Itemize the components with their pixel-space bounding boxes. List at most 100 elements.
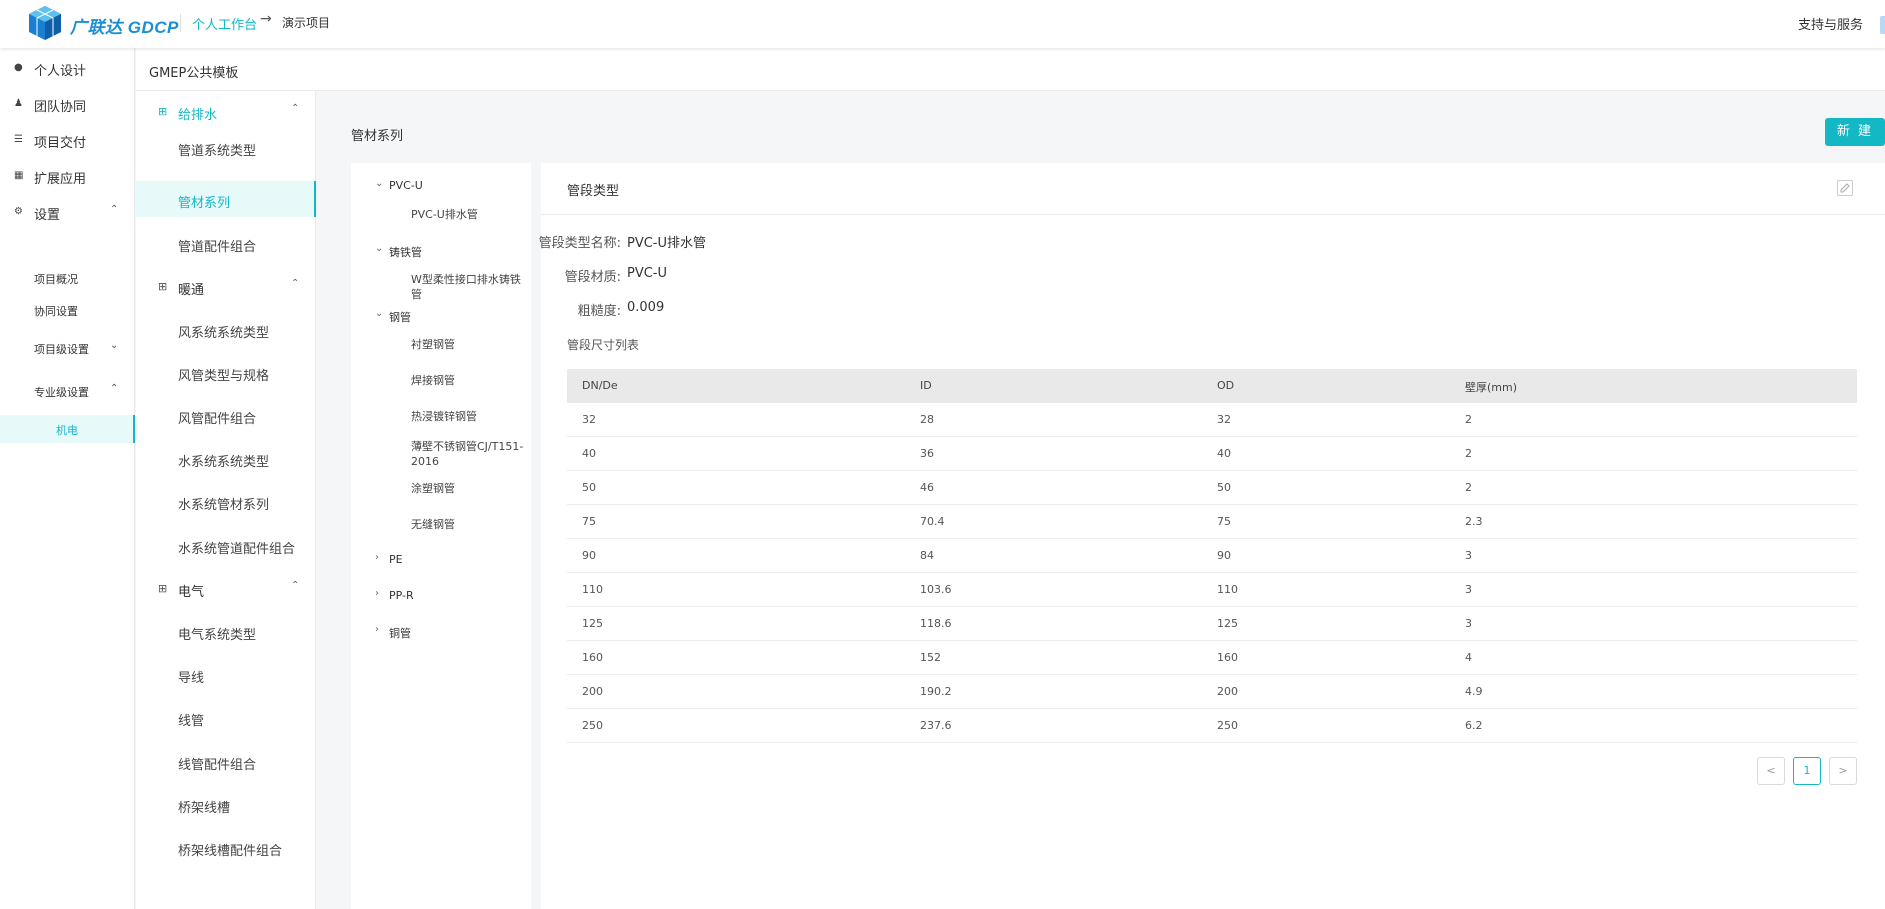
column-header: 壁厚(mm) (1465, 381, 1518, 394)
menu-item-water-pipe-series[interactable]: 水系统管材系列 (136, 483, 316, 519)
detail-header: 管段类型 (541, 163, 1885, 215)
chevron-right-icon: › (375, 624, 379, 635)
menu-item-electrical-system-type[interactable]: 电气系统类型 (136, 613, 316, 649)
table-cell: 32 (582, 413, 596, 426)
tree-leaf-seamless-steel[interactable]: 无缝钢管 (351, 513, 531, 537)
tree-node-label: PP-R (389, 589, 414, 602)
sidebar-item-settings[interactable]: ⚙ 设置 ⌃ (0, 194, 135, 230)
menu-item-label: 管道系统类型 (178, 144, 257, 159)
table-cell: 2 (1465, 413, 1472, 426)
chevron-up-icon: ⌃ (110, 204, 119, 215)
table-cell: 90 (1217, 549, 1231, 562)
tree-leaf-label: PVC-U排水管 (411, 208, 478, 221)
sidebar-item-personal-design[interactable]: ● 个人设计 (0, 50, 135, 86)
menu-item-pipe-fitting-combo[interactable]: 管道配件组合 (136, 225, 316, 261)
tree-leaf-pvcu-drain[interactable]: PVC-U排水管 (351, 203, 531, 227)
table-cell: 84 (920, 549, 934, 562)
user-icon: ● (14, 62, 23, 73)
menu-item-water-system-type[interactable]: 水系统系统类型 (136, 440, 316, 476)
pagination-prev-button[interactable]: < (1757, 757, 1785, 785)
tree-leaf-welded-steel[interactable]: 焊接钢管 (351, 369, 531, 393)
field-roughness: 粗糙度: 0.009 (521, 300, 921, 320)
gdcp-logo-icon[interactable] (26, 4, 64, 42)
table-cell: 3 (1465, 583, 1472, 596)
menu-item-conduit-fitting-combo[interactable]: 线管配件组合 (136, 743, 316, 779)
table-cell: 152 (920, 651, 941, 664)
sidebar-item-mep[interactable]: 机电 (0, 415, 135, 443)
table-cell: 3 (1465, 549, 1472, 562)
header-divider (180, 14, 181, 32)
avatar[interactable] (1880, 16, 1885, 34)
tree-leaf-w-cast-iron[interactable]: W型柔性接口排水铸铁管 (351, 268, 531, 301)
tree-leaf-thin-stainless[interactable]: 薄壁不锈钢管CJ/T151-2016 (351, 435, 531, 471)
menu-item-pipe-system-type[interactable]: 管道系统类型 (136, 129, 316, 165)
grid-icon: ⊞ (158, 582, 168, 595)
support-link[interactable]: 支持与服务 (1798, 14, 1863, 33)
sidebar-item-label: 个人设计 (34, 64, 87, 79)
sidebar-item-delivery[interactable]: ☰ 项目交付 (0, 122, 135, 158)
sidebar-item-label: 机电 (56, 424, 78, 437)
breadcrumb-workspace-link[interactable]: 个人工作台 (192, 14, 257, 33)
menu-group-hvac[interactable]: ⊞ 暖通 ⌃ (136, 268, 316, 304)
menu-item-cable-tray[interactable]: 桥架线槽 (136, 786, 316, 822)
pagination-page-1[interactable]: 1 (1793, 757, 1821, 785)
sidebar-item-collab-settings[interactable]: 协同设置 (0, 296, 135, 324)
tree-leaf-label: 涂塑钢管 (411, 482, 455, 495)
menu-item-cable-tray-fitting-combo[interactable]: 桥架线槽配件组合 (136, 829, 316, 865)
menu-group-water-supply-drainage[interactable]: ⊞ 给排水 ⌃ (136, 93, 316, 129)
menu-group-electrical[interactable]: ⊞ 电气 ⌃ (136, 570, 316, 606)
menu-item-label: 桥架线槽 (178, 801, 231, 816)
table-cell: 90 (582, 549, 596, 562)
menu-item-air-system-type[interactable]: 风系统系统类型 (136, 311, 316, 347)
edit-icon[interactable] (1837, 180, 1853, 196)
tree-leaf-lined-steel[interactable]: 衬塑钢管 (351, 333, 531, 357)
tree-leaf-galvanized-steel[interactable]: 热浸镀锌钢管 (351, 405, 531, 429)
menu-item-water-pipe-fitting-combo[interactable]: 水系统管道配件组合 (136, 527, 316, 563)
chevron-down-icon: ⌄ (110, 340, 119, 351)
menu-group-label: 暖通 (178, 283, 205, 298)
tree-leaf-coated-steel[interactable]: 涂塑钢管 (351, 477, 531, 501)
table-row: 125 118.6 125 3 (567, 607, 1857, 641)
chevron-up-icon: ⌃ (291, 103, 300, 114)
menu-item-duct-type-spec[interactable]: 风管类型与规格 (136, 354, 316, 390)
menu-item-label: 线管 (178, 714, 205, 729)
detail-title: 管段类型 (567, 184, 620, 199)
table-row: 32 28 32 2 (567, 403, 1857, 437)
sidebar-item-team[interactable]: ♟ 团队协同 (0, 86, 135, 122)
new-button[interactable]: 新 建 (1825, 118, 1885, 146)
sidebar-item-project-overview[interactable]: 项目概况 (0, 264, 135, 292)
table-cell: 4 (1465, 651, 1472, 664)
menu-item-label: 桥架线槽配件组合 (178, 844, 283, 859)
table-cell: 40 (582, 447, 596, 460)
sidebar-item-specialty-level-settings[interactable]: 专业级设置 ⌃ (0, 377, 135, 405)
menu-item-wire[interactable]: 导线 (136, 656, 316, 692)
column-header: DN/De (582, 379, 618, 392)
column-header: OD (1217, 379, 1235, 392)
menu-item-duct-fitting-combo[interactable]: 风管配件组合 (136, 397, 316, 433)
tree-node-label: PE (389, 553, 403, 566)
menu-item-label: 风管配件组合 (178, 412, 257, 427)
table-cell: 103.6 (920, 583, 952, 596)
menu-item-label: 水系统管道配件组合 (178, 542, 296, 557)
chevron-down-icon: ⌄ (375, 308, 384, 319)
menu-item-label: 风管类型与规格 (178, 369, 270, 384)
menu-item-conduit[interactable]: 线管 (136, 699, 316, 735)
table-cell: 50 (1217, 481, 1231, 494)
table-cell: 2.3 (1465, 515, 1483, 528)
pagination-next-button[interactable]: > (1829, 757, 1857, 785)
sidebar-item-project-level-settings[interactable]: 项目级设置 ⌄ (0, 334, 135, 362)
team-icon: ♟ (14, 98, 23, 109)
sidebar-item-apps[interactable]: ▦ 扩展应用 (0, 158, 135, 194)
menu-item-pipe-series[interactable]: 管材系列 (136, 181, 316, 217)
table-cell: 118.6 (920, 617, 952, 630)
chevron-down-icon: ⌄ (375, 178, 384, 189)
size-table: DN/De ID OD 壁厚(mm) 32 28 32 2 40 36 40 2 50 46 5… (567, 369, 1857, 743)
size-list-title: 管段尺寸列表 (567, 338, 640, 352)
table-row: 110 103.6 110 3 (567, 573, 1857, 607)
menu-group-label: 电气 (178, 585, 205, 600)
table-cell: 125 (1217, 617, 1238, 630)
pipe-series-tree: ⌄ PVC-U PVC-U排水管 ⌄ 铸铁管 W型柔性接口排水铸铁管 ⌄ 钢管 … (351, 163, 531, 909)
table-cell: 6.2 (1465, 719, 1483, 732)
tree-node-label: 钢管 (389, 311, 411, 324)
main-sidebar: ● 个人设计 ♟ 团队协同 ☰ 项目交付 ▦ 扩展应用 ⚙ 设置 ⌃ 项目概况 … (0, 48, 135, 909)
